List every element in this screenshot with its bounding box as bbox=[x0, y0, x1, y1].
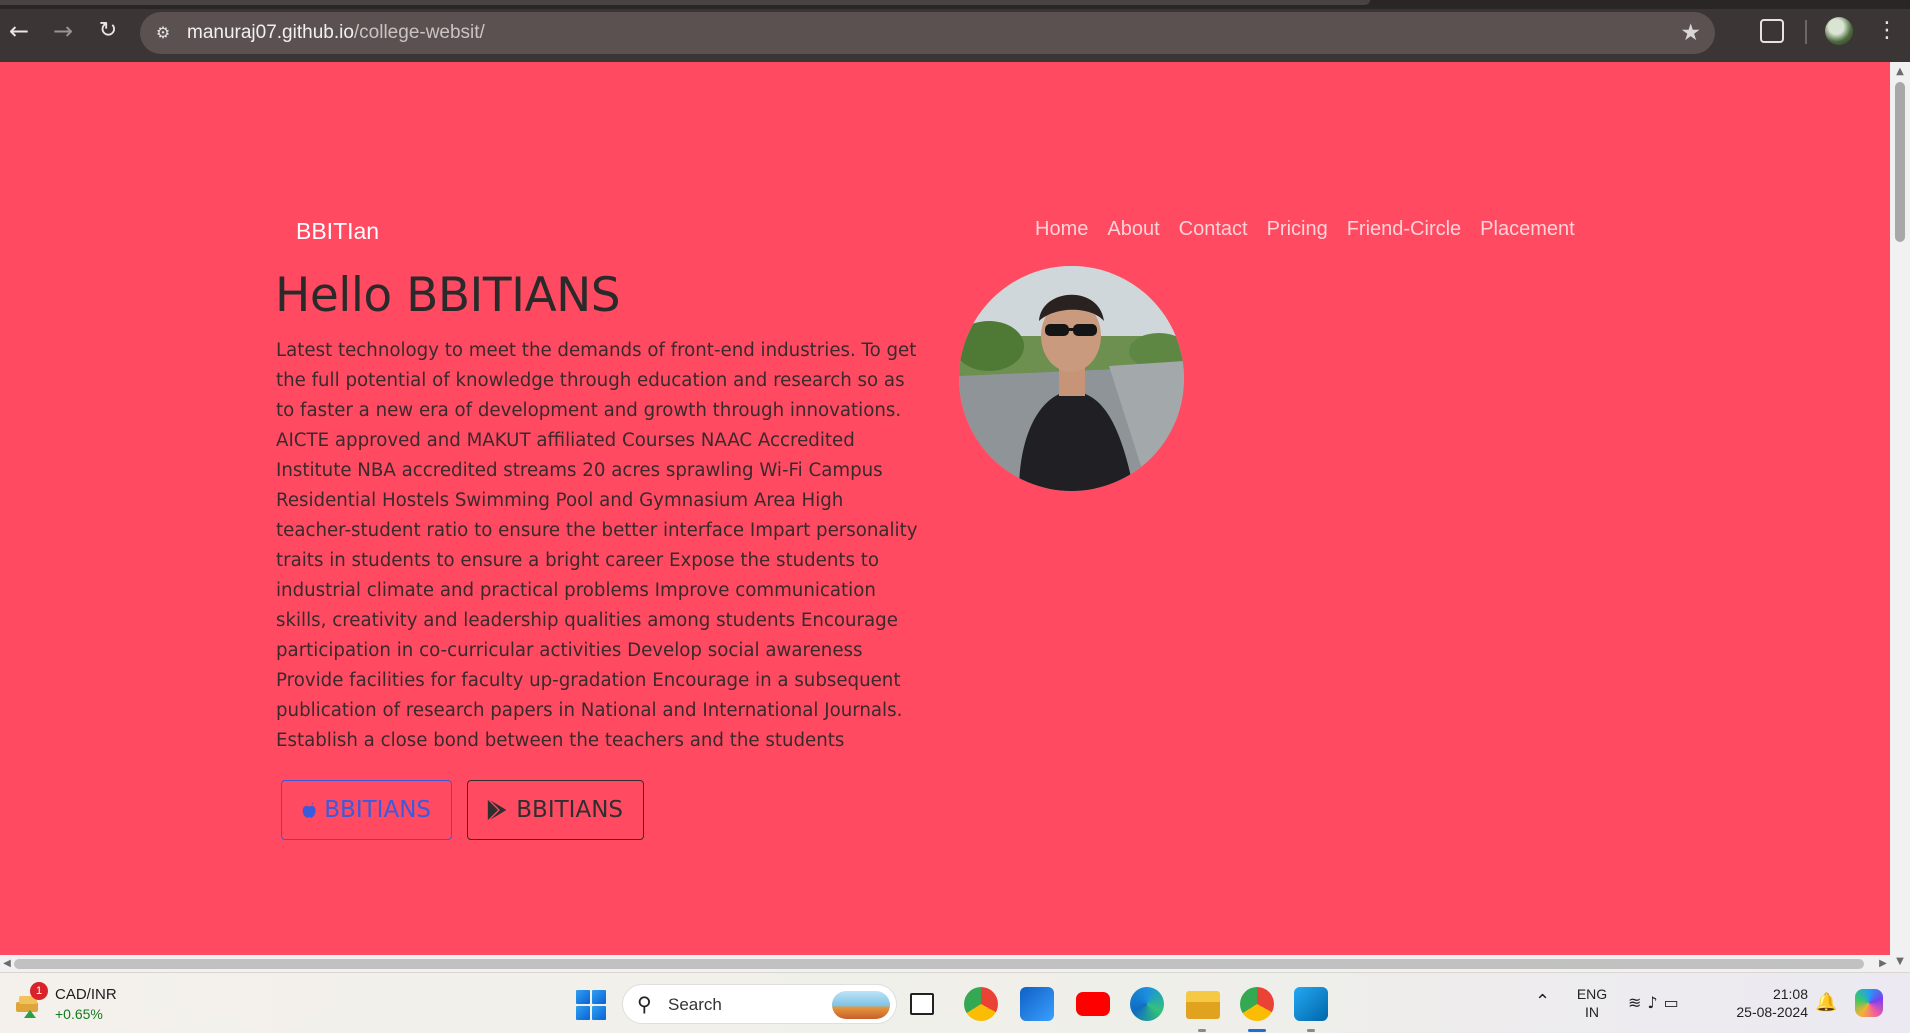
scroll-down-icon[interactable]: ▼ bbox=[1890, 954, 1910, 970]
url-host: manuraj07.github.io bbox=[187, 22, 354, 43]
profile-avatar[interactable] bbox=[1825, 17, 1853, 45]
battery-icon: ▭ bbox=[1663, 993, 1685, 1012]
hero-description: Latest technology to meet the demands of… bbox=[276, 340, 918, 751]
notification-bell-icon[interactable]: 🔔 bbox=[1815, 992, 1837, 1013]
vscode-icon[interactable] bbox=[1294, 987, 1328, 1021]
profile-photo bbox=[959, 266, 1184, 491]
scroll-left-icon[interactable]: ◀ bbox=[0, 955, 14, 972]
ticker-change[interactable]: +0.65% bbox=[55, 1006, 103, 1022]
url-path: /college-websit/ bbox=[353, 22, 485, 43]
search-icon: ⚲ bbox=[637, 992, 652, 1016]
reload-icon[interactable]: ↻ bbox=[95, 18, 121, 44]
scroll-right-icon[interactable]: ▶ bbox=[1876, 955, 1890, 972]
tray-overflow-icon[interactable]: ⌃ bbox=[1535, 991, 1550, 1012]
input-language-code: ENG bbox=[1576, 986, 1608, 1002]
windows-taskbar: 1 CAD/INR +0.65% ⚲ Search ⌃ ENG IN ≋♪▭ 2… bbox=[0, 972, 1910, 1033]
apple-store-button[interactable]: BBITIANS bbox=[281, 780, 452, 840]
input-language-region: IN bbox=[1585, 1004, 1599, 1020]
apple-store-button-label: BBITIANS bbox=[324, 797, 431, 823]
nav-pricing[interactable]: Pricing bbox=[1267, 218, 1328, 241]
toolbar-divider bbox=[1805, 20, 1807, 44]
horizontal-scrollbar[interactable]: ◀ ▶ bbox=[0, 955, 1890, 972]
copilot-icon[interactable] bbox=[1855, 989, 1883, 1017]
back-icon[interactable]: ← bbox=[6, 18, 32, 44]
extensions-icon[interactable] bbox=[1760, 19, 1784, 43]
clock-date: 25-08-2024 bbox=[1736, 1004, 1808, 1020]
outlook-new-icon[interactable] bbox=[1020, 987, 1054, 1021]
notification-badge: 1 bbox=[30, 982, 48, 1000]
input-language[interactable]: ENG IN bbox=[1575, 985, 1609, 1021]
address-bar[interactable]: ⚙ manuraj07.github.io/college-websit/ ★ bbox=[140, 12, 1715, 54]
site-brand[interactable]: BBITIan bbox=[296, 218, 379, 245]
active-tab-edge bbox=[0, 0, 1370, 5]
play-store-button[interactable]: BBITIANS bbox=[467, 780, 644, 840]
profile-photo-illustration bbox=[959, 266, 1184, 491]
task-view-icon[interactable] bbox=[910, 993, 934, 1015]
play-store-button-label: BBITIANS bbox=[516, 797, 623, 823]
ticker-name[interactable]: CAD/INR bbox=[55, 986, 117, 1003]
browser-menu-icon[interactable]: ⋮ bbox=[1876, 16, 1898, 46]
nav-placement[interactable]: Placement bbox=[1480, 218, 1575, 241]
vertical-scrollbar[interactable]: ▲ ▼ bbox=[1890, 62, 1910, 972]
hero-title: Hello BBITIANS bbox=[275, 268, 621, 323]
play-store-icon bbox=[487, 798, 507, 822]
chrome-profile-icon[interactable] bbox=[1240, 987, 1274, 1021]
bookmark-star-icon[interactable]: ★ bbox=[1680, 20, 1701, 46]
chrome-icon[interactable] bbox=[964, 987, 998, 1021]
horizontal-scroll-thumb[interactable] bbox=[14, 959, 1864, 969]
nav-contact[interactable]: Contact bbox=[1179, 218, 1248, 241]
main-nav: Home About Contact Pricing Friend-Circle… bbox=[1035, 218, 1575, 241]
search-highlight-art bbox=[832, 991, 890, 1019]
tab-strip bbox=[0, 0, 1910, 9]
youtube-icon[interactable] bbox=[1076, 992, 1110, 1016]
nav-home[interactable]: Home bbox=[1035, 218, 1088, 241]
file-explorer-icon[interactable] bbox=[1186, 991, 1220, 1019]
volume-icon: ♪ bbox=[1647, 993, 1664, 1012]
wifi-icon: ≋ bbox=[1628, 993, 1648, 1012]
vertical-scroll-thumb[interactable] bbox=[1895, 82, 1905, 242]
nav-about[interactable]: About bbox=[1107, 218, 1159, 241]
apple-icon bbox=[302, 802, 316, 818]
site-info-icon[interactable]: ⚙ bbox=[152, 22, 174, 44]
taskbar-search[interactable]: ⚲ Search bbox=[622, 984, 897, 1024]
quick-settings-icons[interactable]: ≋♪▭ bbox=[1628, 993, 1685, 1012]
clock-time: 21:08 bbox=[1772, 986, 1808, 1002]
url-text[interactable]: manuraj07.github.io/college-websit/ bbox=[187, 22, 485, 44]
scroll-up-icon[interactable]: ▲ bbox=[1890, 64, 1910, 80]
file-explorer-indicator bbox=[1198, 1029, 1206, 1032]
system-clock[interactable]: 21:08 25-08-2024 bbox=[1726, 985, 1808, 1021]
edge-icon[interactable] bbox=[1130, 987, 1164, 1021]
windows-start-icon[interactable] bbox=[576, 990, 606, 1020]
vscode-indicator bbox=[1307, 1029, 1315, 1032]
forward-icon[interactable]: → bbox=[50, 18, 76, 44]
chrome-active-indicator bbox=[1248, 1029, 1266, 1032]
nav-friend-circle[interactable]: Friend-Circle bbox=[1347, 218, 1461, 241]
taskbar-search-label: Search bbox=[668, 995, 722, 1014]
browser-toolbar: ← → ↻ ⚙ manuraj07.github.io/college-webs… bbox=[0, 0, 1910, 62]
